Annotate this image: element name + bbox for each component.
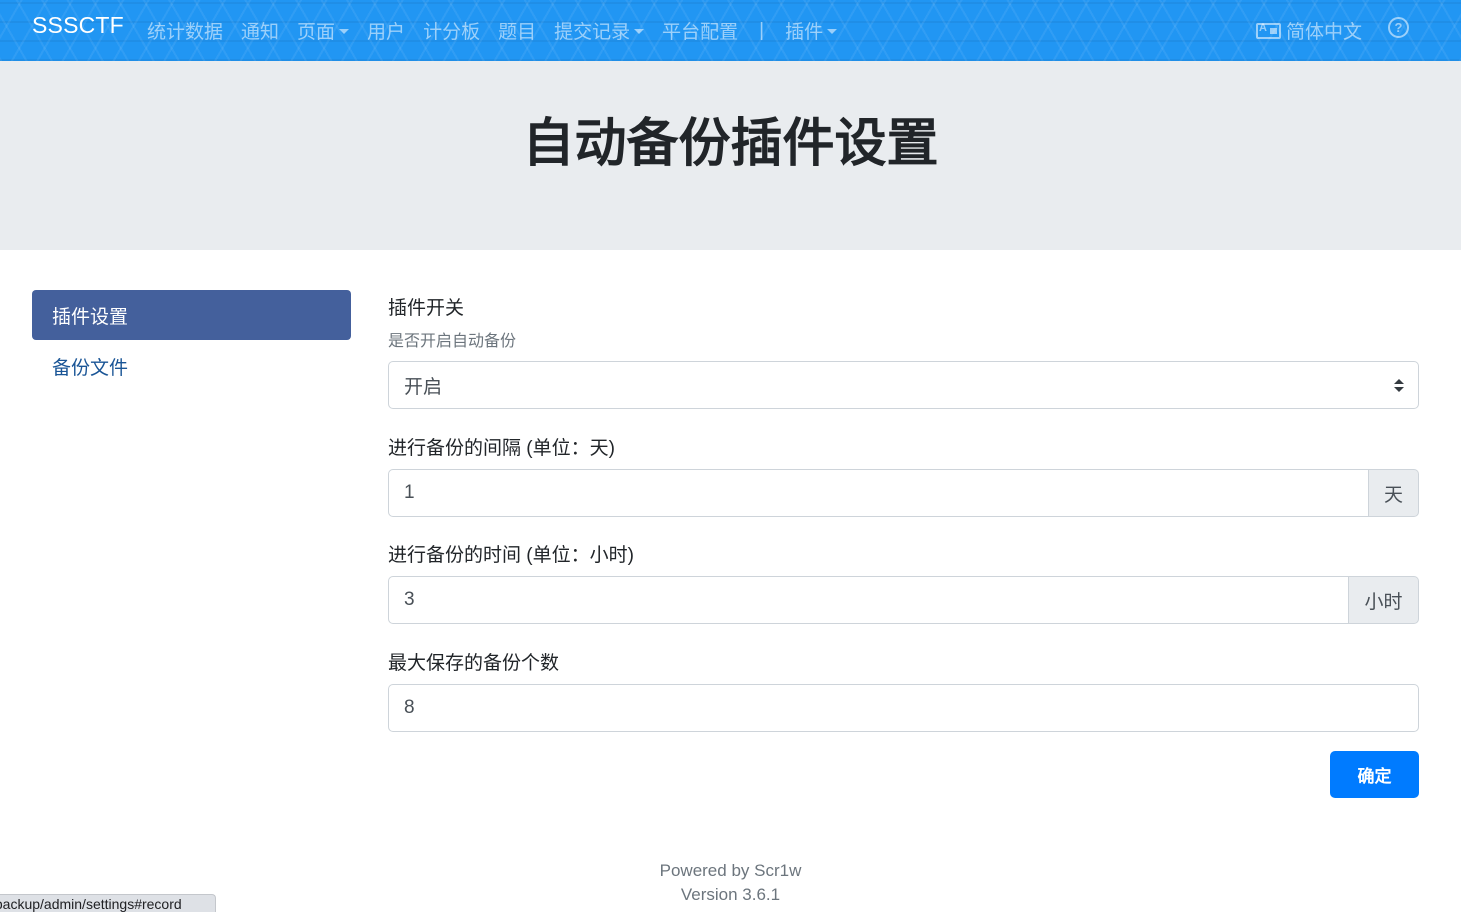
nav-item-label: 页面 <box>297 22 336 43</box>
help-icon[interactable]: ? <box>1388 17 1409 38</box>
brand-logo[interactable]: SSSCTF <box>32 12 124 39</box>
switch-help-text: 是否开启自动备份 <box>388 333 517 350</box>
nav-item-challenges[interactable]: 题目 <box>489 17 545 44</box>
select-arrows-icon <box>1394 379 1404 393</box>
time-input[interactable]: 3 <box>388 576 1349 624</box>
interval-label: 进行备份的间隔 (单位：天) <box>388 438 615 459</box>
interval-input[interactable]: 1 <box>388 469 1369 517</box>
nav-item-label: 提交记录 <box>554 22 631 43</box>
nav-item-notifications[interactable]: 通知 <box>232 17 288 44</box>
time-input-value: 3 <box>404 589 415 610</box>
nav-item-scoreboard[interactable]: 计分板 <box>414 17 489 44</box>
caret-down-icon <box>634 29 645 34</box>
nav-item-label: 题目 <box>498 22 537 43</box>
max-backups-input[interactable]: 8 <box>388 684 1419 732</box>
language-label: 简体中文 <box>1285 22 1362 43</box>
nav-menu: 统计数据 通知 页面 用户 计分板 题目 提交记录 平台配置 | 插件 <box>138 0 846 61</box>
nav-item-submissions[interactable]: 提交记录 <box>545 17 653 44</box>
footer-powered-by[interactable]: Powered by Scr1w <box>0 859 1461 883</box>
sidebar-item-label: 备份文件 <box>52 357 129 379</box>
nav-item-label: 通知 <box>241 22 280 43</box>
nav-item-plugins[interactable]: 插件 <box>776 17 846 44</box>
switch-select-value: 开启 <box>404 376 443 398</box>
nav-item-users[interactable]: 用户 <box>358 17 414 44</box>
sidebar-item-backup-files[interactable]: 备份文件 <box>32 341 351 391</box>
interval-input-value: 1 <box>404 482 415 503</box>
footer: Powered by Scr1w Version 3.6.1 <box>0 859 1461 907</box>
sidebar-item-label: 插件设置 <box>52 306 129 328</box>
interval-unit-addon: 天 <box>1369 469 1419 517</box>
max-backups-label: 最大保存的备份个数 <box>388 653 560 674</box>
nav-item-label: 插件 <box>785 22 824 43</box>
time-input-group: 3 小时 <box>388 576 1419 624</box>
caret-down-icon <box>339 29 350 34</box>
switch-label: 插件开关 <box>388 298 465 319</box>
language-icon <box>1255 22 1281 39</box>
nav-item-label: 用户 <box>367 22 406 43</box>
language-switcher[interactable]: 简体中文 <box>1247 17 1371 44</box>
nav-separator: | <box>759 19 765 41</box>
page-title: 自动备份插件设置 <box>522 115 939 173</box>
max-backups-value: 8 <box>404 697 415 718</box>
status-bar-url: /backup/admin/settings#record <box>0 894 216 912</box>
nav-item-pages[interactable]: 页面 <box>288 17 358 44</box>
top-navbar: SSSCTF 统计数据 通知 页面 用户 计分板 题目 提交记录 平台配置 | … <box>0 0 1461 61</box>
time-label: 进行备份的时间 (单位：小时) <box>388 545 634 566</box>
nav-item-statistics[interactable]: 统计数据 <box>138 17 232 44</box>
sidebar-item-plugin-settings[interactable]: 插件设置 <box>32 290 351 340</box>
footer-version: Version 3.6.1 <box>680 885 781 904</box>
nav-item-config[interactable]: 平台配置 <box>653 17 747 44</box>
nav-item-label: 计分板 <box>423 22 481 43</box>
caret-down-icon <box>827 29 838 34</box>
page-header: 自动备份插件设置 <box>0 61 1461 250</box>
language-switcher-wrap: 简体中文 <box>1247 0 1371 61</box>
nav-item-label: 统计数据 <box>147 22 224 43</box>
interval-input-group: 1 天 <box>388 469 1419 517</box>
nav-item-label: 平台配置 <box>662 22 739 43</box>
switch-select[interactable]: 开启 <box>388 361 1419 409</box>
time-unit-addon: 小时 <box>1349 576 1419 624</box>
confirm-button[interactable]: 确定 <box>1330 751 1419 798</box>
